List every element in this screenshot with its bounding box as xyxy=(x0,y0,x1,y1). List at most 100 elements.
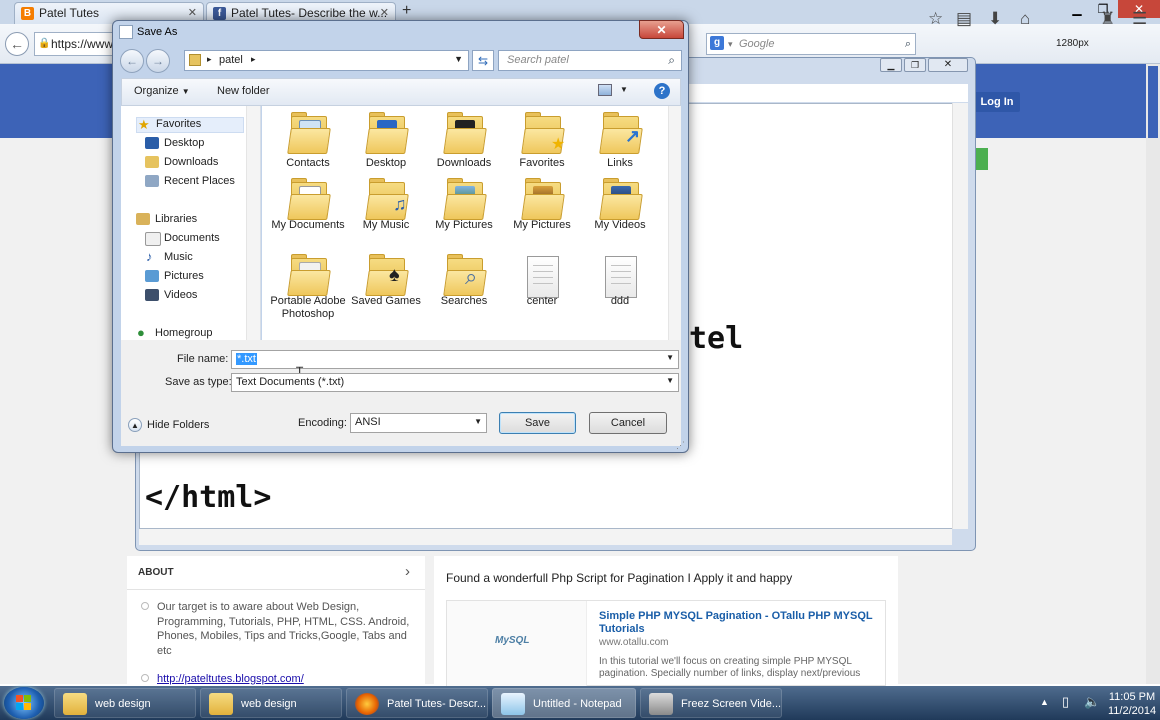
about-header[interactable]: ABOUT › xyxy=(127,556,425,590)
hide-folders-button[interactable]: Hide Folders xyxy=(147,419,209,431)
nav-music[interactable]: ♪ Music xyxy=(145,249,193,264)
text-file-icon xyxy=(605,256,637,298)
nav-pictures[interactable]: Pictures xyxy=(145,270,204,282)
link-preview-card[interactable]: MySQL Simple PHP MYSQL Pagination - OTal… xyxy=(446,600,886,687)
save-as-type-select[interactable]: Text Documents (*.txt) ▼ xyxy=(231,373,679,392)
downloads-icon[interactable]: ⬇ xyxy=(988,9,1002,29)
battery-icon[interactable]: ▯ xyxy=(1062,694,1069,710)
videos-icon xyxy=(145,289,159,301)
notepad-vertical-scrollbar[interactable] xyxy=(952,103,968,529)
file-item[interactable]: ⌕ Searches xyxy=(425,254,503,314)
file-item[interactable]: Downloads xyxy=(425,112,503,172)
views-icon[interactable] xyxy=(598,84,612,96)
taskbar-button-web-design-2[interactable]: web design xyxy=(200,688,342,718)
login-button[interactable]: Log In xyxy=(974,92,1020,112)
file-item[interactable]: ♫ My Music xyxy=(347,178,425,238)
dialog-close-button[interactable]: ✕ xyxy=(639,20,684,39)
page-scrollbar[interactable] xyxy=(1146,64,1160,684)
save-button[interactable]: Save xyxy=(499,412,576,434)
breadcrumb-dropdown-icon[interactable]: ▼ xyxy=(454,54,463,64)
dropdown-arrow-icon: ▼ xyxy=(181,87,190,96)
new-tab-button[interactable]: + xyxy=(402,2,411,20)
chevron-right-icon[interactable]: › xyxy=(405,563,410,580)
taskbar-button-screen-recorder[interactable]: Freez Screen Vide... xyxy=(640,688,782,718)
breadcrumb-item[interactable]: patel xyxy=(219,54,243,66)
menu-icon[interactable]: ☰ xyxy=(1132,9,1147,29)
card-title[interactable]: Simple PHP MYSQL Pagination - OTallu PHP… xyxy=(599,610,879,636)
file-item[interactable]: ♠ Saved Games xyxy=(347,254,425,324)
dialog-back-button[interactable]: ← xyxy=(120,49,144,73)
url-bar[interactable]: 🔒 https://www xyxy=(34,32,114,56)
nav-homegroup[interactable]: ● Homegroup xyxy=(136,325,212,340)
clock[interactable]: 11:05 PM 11/2/2014 xyxy=(1108,690,1156,718)
file-item[interactable]: ★ Favorites xyxy=(503,112,581,172)
show-hidden-icons-button[interactable]: ▲ xyxy=(1040,697,1049,707)
extension-icon[interactable]: ♜ xyxy=(1100,9,1115,29)
file-label: Downloads xyxy=(436,157,492,169)
organize-menu[interactable]: Organize ▼ xyxy=(134,85,190,97)
file-item[interactable]: My Videos xyxy=(581,178,659,238)
file-item[interactable]: Desktop xyxy=(347,112,425,172)
file-item[interactable]: ddd xyxy=(581,254,659,314)
notepad-maximize-button[interactable]: ❐ xyxy=(904,58,926,72)
close-tab-icon[interactable]: ✕ xyxy=(380,6,389,19)
taskbar-button-firefox[interactable]: Patel Tutes- Descr... xyxy=(346,688,488,718)
file-list-scrollbar[interactable] xyxy=(668,106,681,340)
home-icon[interactable]: ⌂ xyxy=(1020,9,1030,29)
page-scrollbar-thumb[interactable] xyxy=(1148,66,1158,138)
browser-search-box[interactable]: g ▾ Google ⌕ xyxy=(706,33,916,55)
bookmark-star-icon[interactable]: ☆ xyxy=(928,9,943,29)
nav-recent-places[interactable]: Recent Places xyxy=(145,175,235,187)
taskbar-button-web-design[interactable]: web design xyxy=(54,688,196,718)
nav-downloads[interactable]: Downloads xyxy=(145,156,218,168)
dropdown-arrow-icon[interactable]: ▼ xyxy=(474,417,482,426)
dialog-forward-button[interactable]: → xyxy=(146,49,170,73)
new-folder-button[interactable]: New folder xyxy=(217,85,270,97)
nav-favorites[interactable]: ★ Favorites xyxy=(136,117,244,133)
help-icon[interactable]: ? xyxy=(654,83,670,99)
about-link[interactable]: http://pateltutes.blogspot.com/ xyxy=(157,673,304,685)
card-description: In this tutorial we'll focus on creating… xyxy=(599,656,861,679)
nav-pane-scrollbar[interactable] xyxy=(246,106,260,340)
file-item[interactable]: ↗ Links xyxy=(581,112,659,172)
minimize-window-button[interactable]: ▁ xyxy=(1064,0,1090,18)
libraries-icon xyxy=(136,213,150,225)
card-site: www.otallu.com xyxy=(599,637,669,648)
notepad-minimize-button[interactable]: ▁ xyxy=(880,58,902,72)
nav-desktop[interactable]: Desktop xyxy=(145,137,204,149)
notepad-horizontal-scrollbar[interactable] xyxy=(139,529,952,545)
resize-grip-icon[interactable]: ⋰ xyxy=(676,440,685,451)
bookmarks-list-icon[interactable]: ▤ xyxy=(956,9,972,29)
desktop-icon xyxy=(145,137,159,149)
cancel-button[interactable]: Cancel xyxy=(589,412,667,434)
file-label: Contacts xyxy=(286,157,330,169)
file-item[interactable]: My Pictures xyxy=(503,178,581,238)
notepad-close-button[interactable]: ✕ xyxy=(928,58,968,72)
file-item[interactable]: My Pictures xyxy=(425,178,503,238)
search-icon[interactable]: ⌕ xyxy=(905,34,911,54)
file-item[interactable]: Contacts xyxy=(269,112,347,172)
dropdown-arrow-icon[interactable]: ▾ xyxy=(728,34,733,54)
refresh-icon[interactable]: ⇆ xyxy=(472,50,494,71)
resolution-label[interactable]: 1280px xyxy=(1056,38,1089,49)
file-item[interactable]: My Documents xyxy=(269,178,347,246)
back-button[interactable]: ← xyxy=(5,32,29,56)
file-item[interactable]: center xyxy=(503,254,581,314)
nav-documents[interactable]: Documents xyxy=(145,232,220,246)
start-button[interactable] xyxy=(4,687,44,719)
dialog-breadcrumb-bar[interactable]: ▸ patel ▸ ▼ xyxy=(184,50,469,71)
hide-folders-chevron-icon[interactable]: ▲ xyxy=(128,418,142,432)
taskbar-button-notepad[interactable]: Untitled - Notepad xyxy=(492,688,636,718)
volume-icon[interactable]: 🔈 xyxy=(1084,694,1100,710)
dialog-search-box[interactable]: Search patel ⌕ xyxy=(498,50,682,71)
dropdown-arrow-icon[interactable]: ▼ xyxy=(666,376,674,385)
share-widget[interactable] xyxy=(976,148,988,170)
dropdown-arrow-icon[interactable]: ▼ xyxy=(666,353,674,362)
nav-videos[interactable]: Videos xyxy=(145,289,197,301)
file-item[interactable]: Portable Adobe Photoshop xyxy=(269,254,347,340)
views-dropdown-icon[interactable]: ▼ xyxy=(620,85,628,94)
close-tab-icon[interactable]: ✕ xyxy=(188,6,197,19)
nav-libraries[interactable]: Libraries xyxy=(136,213,197,225)
encoding-select[interactable]: ANSI ▼ xyxy=(350,413,487,433)
homegroup-icon: ● xyxy=(137,325,145,340)
